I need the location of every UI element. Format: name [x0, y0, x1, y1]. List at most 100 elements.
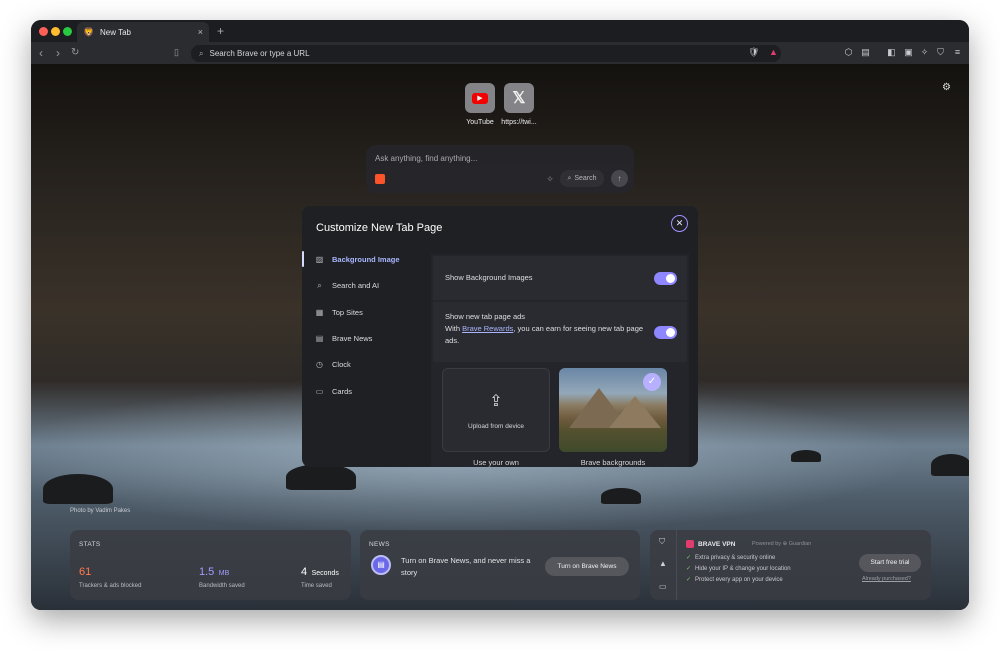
- show-background-toggle[interactable]: [654, 272, 677, 285]
- back-icon[interactable]: ‹: [39, 46, 43, 60]
- stat-bandwidth: 1.5 MB Bandwidth saved: [199, 562, 245, 589]
- close-icon[interactable]: ✕: [671, 215, 688, 232]
- news-promo-text: Turn on Brave News, and never miss a sto…: [401, 556, 531, 577]
- news-title: NEWS: [369, 541, 390, 548]
- tab-title: New Tab: [100, 27, 131, 37]
- vpn-icon[interactable]: ⛉: [935, 47, 946, 58]
- vpn-feature-text: Hide your IP & change your location: [695, 566, 791, 572]
- news-icon: ▤: [371, 555, 391, 575]
- reader-icon[interactable]: ▤: [860, 47, 871, 58]
- brave-lion-icon: 🦁: [83, 26, 95, 37]
- brave-search-icon[interactable]: [375, 174, 385, 184]
- customize-sidebar: ▨ Background Image ⌕ Search and AI ▦ Top…: [302, 249, 423, 467]
- news-widget: NEWS ▤ Turn on Brave News, and never mis…: [360, 530, 640, 600]
- search-icon: ⌕: [199, 48, 204, 58]
- ads-title: Show new tab page ads: [445, 312, 526, 321]
- zoom-window-button[interactable]: [63, 27, 72, 36]
- cards-icon: ▭: [315, 386, 324, 396]
- check-icon: ✓: [686, 555, 692, 561]
- upload-icon: ⇪: [489, 393, 503, 410]
- reload-icon[interactable]: ↻: [71, 47, 79, 58]
- upload-background-card[interactable]: ⇪ Upload from device: [442, 368, 550, 452]
- search-input[interactable]: Ask anything, find anything...: [375, 154, 477, 163]
- brave-rewards-icon[interactable]: ▲: [768, 47, 779, 58]
- turn-on-news-button[interactable]: Turn on Brave News: [545, 557, 629, 576]
- stat-unit: Seconds: [311, 570, 339, 577]
- address-bar[interactable]: ⌕ Search Brave or type a URL: [191, 45, 781, 62]
- menu-icon[interactable]: ≡: [952, 47, 963, 58]
- top-site-twitter[interactable]: 𝕏: [504, 83, 534, 113]
- rewards-triangle-icon[interactable]: ▲: [659, 559, 667, 568]
- search-icon: ⌕: [317, 280, 322, 290]
- brave-rewards-link[interactable]: Brave Rewards: [462, 324, 513, 333]
- search-widget: Ask anything, find anything... ✧ ⌕ Searc…: [366, 145, 634, 193]
- leo-ai-icon[interactable]: ✧: [919, 47, 930, 58]
- sidebar-item-top-sites[interactable]: ▦ Top Sites: [302, 302, 423, 322]
- vpn-powered-by: Powered by ⊕ Guardian: [752, 541, 812, 547]
- close-window-button[interactable]: [39, 27, 48, 36]
- ai-sparkle-icon[interactable]: ✧: [540, 171, 560, 187]
- customize-gear-icon[interactable]: ⚙: [942, 82, 951, 93]
- sidebar-item-cards[interactable]: ▭ Cards: [302, 381, 423, 401]
- stats-title: STATS: [79, 541, 101, 548]
- stat-time: 4 Seconds Time saved: [301, 562, 339, 589]
- wallet-icon[interactable]: ▣: [903, 47, 914, 58]
- brave-backgrounds-label: Brave backgrounds: [580, 458, 646, 467]
- background-rock: [601, 488, 641, 504]
- new-tab-ads-row: Show new tab page ads With Brave Rewards…: [433, 302, 687, 362]
- tab-bar: 🦁 New Tab × +: [31, 20, 969, 42]
- new-tab-button[interactable]: +: [217, 24, 224, 38]
- upload-label: Upload from device: [468, 423, 524, 430]
- stat-value: 4: [301, 566, 308, 578]
- stat-label: Trackers & ads blocked: [79, 583, 142, 589]
- vpn-feature: ✓ Extra privacy & security online: [686, 554, 775, 561]
- brave-backgrounds-card[interactable]: ✓: [559, 368, 667, 452]
- browser-toolbar: ‹ › ↻ ▯ ⌕ Search Brave or type a URL 🛡 ▲…: [31, 42, 969, 64]
- tab-close-icon[interactable]: ×: [198, 27, 203, 37]
- start-free-trial-button[interactable]: Start free trial: [859, 554, 921, 572]
- stat-value: 1.5: [199, 566, 215, 578]
- vpn-feature-text: Protect every app on your device: [695, 577, 783, 583]
- sidebar-item-search-and-ai[interactable]: ⌕ Search and AI: [302, 275, 423, 295]
- search-button[interactable]: ⌕ Search: [560, 170, 604, 187]
- top-sites-icon: ▦: [315, 307, 324, 317]
- photo-credit: Photo by Vadim Pakes: [70, 508, 131, 514]
- vpn-feature: ✓ Hide your IP & change your location: [686, 565, 791, 572]
- ads-text: Show new tab page ads With Brave Rewards…: [445, 311, 645, 347]
- sidebar-item-label: Search and AI: [332, 280, 380, 290]
- search-button-label: Search: [574, 175, 597, 182]
- sidebar-item-clock[interactable]: ◷ Clock: [302, 354, 423, 374]
- clock-icon: ◷: [316, 359, 323, 369]
- stat-value: 61: [79, 566, 92, 578]
- vpn-widget: ⛉ ▲ ▭ BRAVE VPN Powered by ⊕ Guardian ✓ E…: [650, 530, 931, 600]
- wallet-icon[interactable]: ▭: [659, 582, 667, 591]
- sidebar-icon[interactable]: ◧: [886, 47, 897, 58]
- stat-trackers: 61 Trackers & ads blocked: [79, 562, 141, 589]
- stat-label: Bandwidth saved: [199, 583, 245, 589]
- brave-shields-icon[interactable]: 🛡: [748, 47, 759, 58]
- extensions-icon[interactable]: ⬡: [843, 47, 854, 58]
- submit-arrow-icon[interactable]: ↑: [611, 170, 628, 187]
- sidebar-item-label: Top Sites: [332, 307, 363, 317]
- mountain-thumbnail: [609, 396, 661, 428]
- show-background-label: Show Background Images: [445, 273, 533, 282]
- sidebar-item-label: Brave News: [332, 333, 373, 343]
- sidebar-item-brave-news[interactable]: ▤ Brave News: [302, 328, 423, 348]
- sidebar-item-background-image[interactable]: ▨ Background Image: [302, 249, 423, 269]
- ads-description: With Brave Rewards, you can earn for see…: [445, 323, 645, 347]
- vpn-title: BRAVE VPN: [698, 541, 736, 548]
- minimize-window-button[interactable]: [51, 27, 60, 36]
- sidebar-item-label: Cards: [332, 386, 353, 396]
- sidebar-item-label: Clock: [332, 359, 351, 369]
- background-settings-panel: Show Background Images Show new tab page…: [431, 254, 689, 467]
- news-icon: ▤: [315, 333, 324, 343]
- top-site-youtube[interactable]: ▶: [465, 83, 495, 113]
- new-tab-ads-toggle[interactable]: [654, 326, 677, 339]
- shield-icon[interactable]: ⛉: [659, 537, 665, 547]
- forward-icon[interactable]: ›: [56, 46, 60, 60]
- already-purchased-link[interactable]: Already purchased?: [862, 576, 911, 582]
- use-own-label: Use your own: [473, 458, 519, 467]
- top-site-label: YouTube: [466, 119, 494, 126]
- bookmark-icon[interactable]: ▯: [174, 47, 179, 58]
- tab-new-tab[interactable]: 🦁 New Tab ×: [77, 22, 209, 42]
